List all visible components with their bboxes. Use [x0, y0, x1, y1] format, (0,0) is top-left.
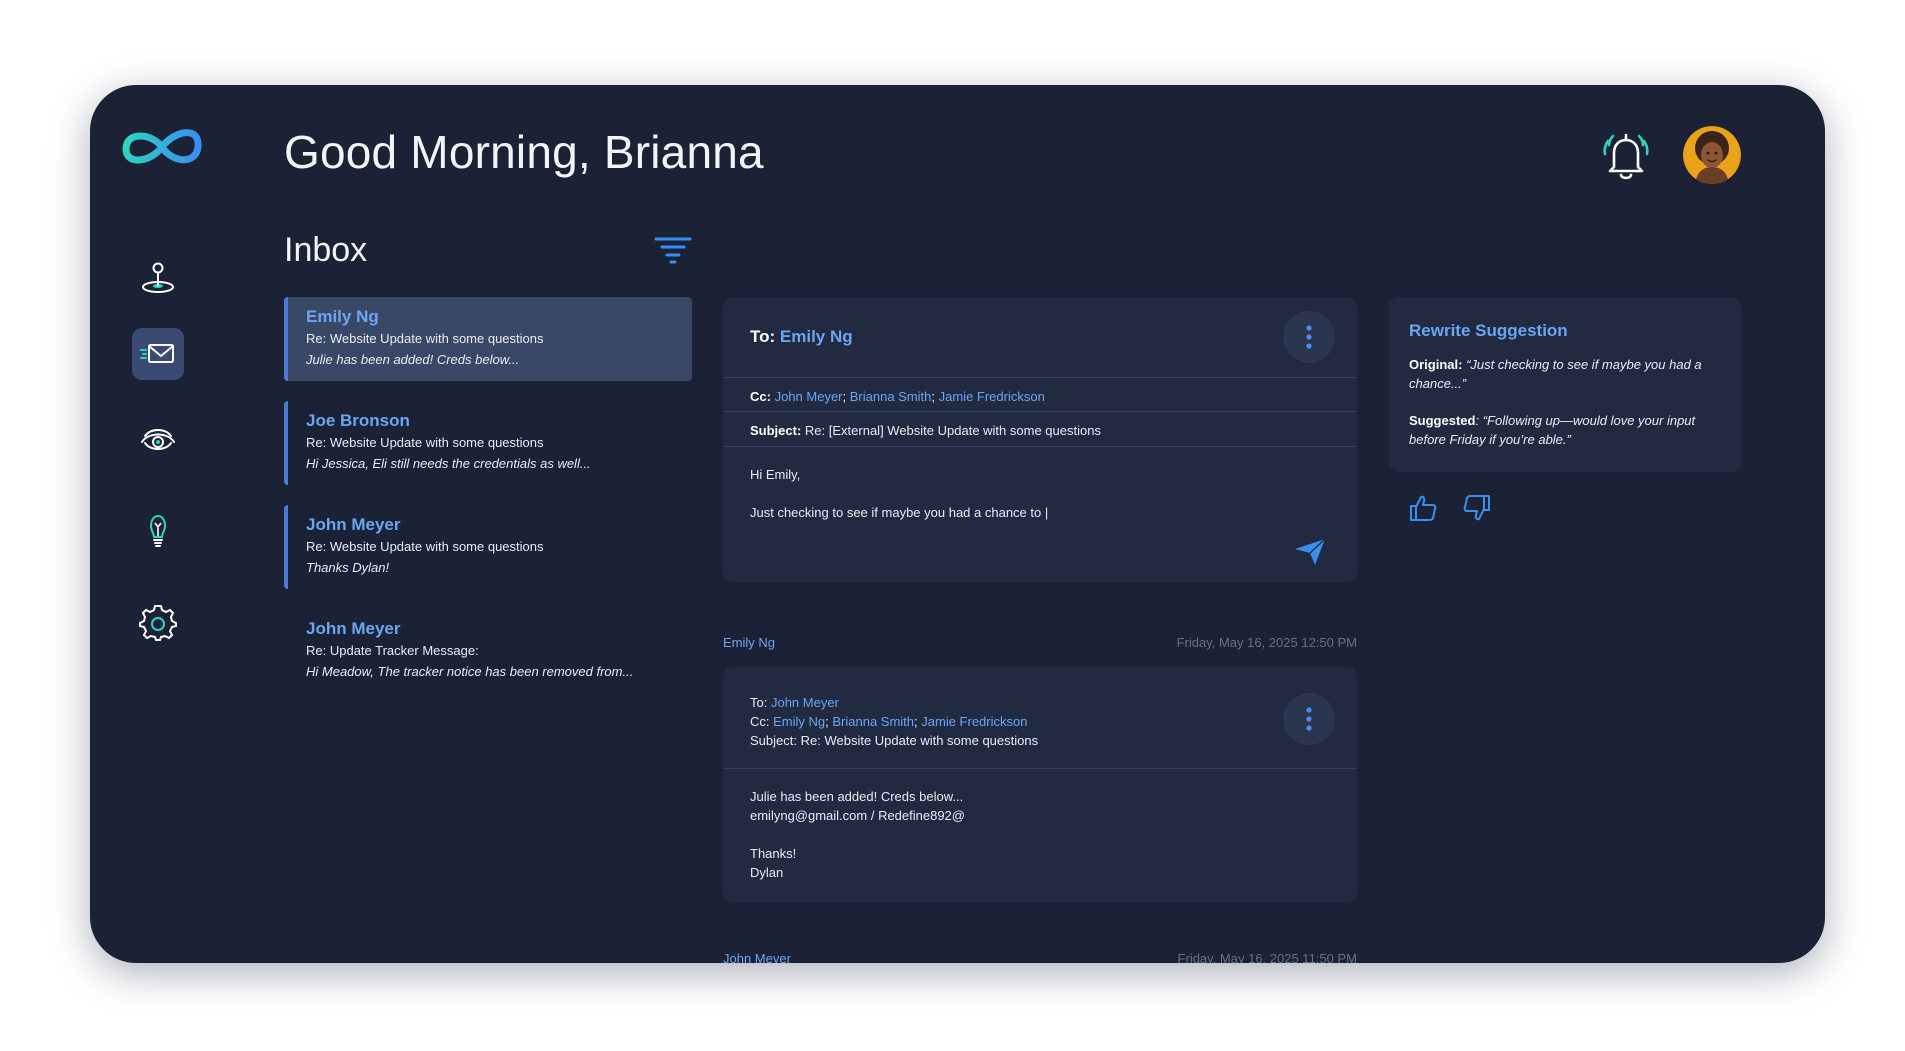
- send-icon[interactable]: [1293, 537, 1327, 567]
- original-label: Original:: [1409, 357, 1463, 372]
- thread-cc-row: Cc: Emily Ng; Brianna Smith; Jamie Fredr…: [750, 714, 1028, 729]
- subject-value: Re: Website Update with some questions: [800, 733, 1039, 748]
- eye-icon: [141, 429, 175, 450]
- mail-sender: John Meyer: [306, 619, 401, 638]
- cc-row: Cc: John Meyer; Brianna Smith; Jamie Fre…: [750, 389, 1045, 404]
- thread-sender[interactable]: John Meyer: [723, 951, 791, 963]
- bell-icon[interactable]: [1600, 127, 1652, 183]
- thread-timestamp: Friday, May 16, 2025 12:50 PM: [1176, 635, 1357, 650]
- list-item[interactable]: Emily Ng Re: Website Update with some qu…: [284, 297, 692, 381]
- joystick-icon: [142, 262, 174, 293]
- more-options-button[interactable]: [1283, 311, 1335, 363]
- kebab-icon: [1306, 707, 1312, 731]
- sidebar-item-settings[interactable]: [132, 597, 184, 649]
- inbox-title: Inbox: [284, 231, 368, 269]
- cc-recipient[interactable]: Emily Ng: [773, 714, 825, 729]
- mail-subject: Re: Website Update with some questions: [306, 331, 544, 346]
- mail-icon: [140, 344, 174, 363]
- divider: [723, 446, 1357, 447]
- thread-to-row: To: John Meyer: [750, 693, 839, 712]
- suggestion-suggested[interactable]: Suggested: “Following up—would love your…: [1409, 411, 1721, 449]
- thread-sender[interactable]: Emily Ng: [723, 635, 775, 650]
- mail-sender: Emily Ng: [306, 307, 379, 326]
- to-label: To:: [750, 327, 776, 346]
- filter-icon[interactable]: [654, 235, 692, 265]
- compose-greeting[interactable]: Hi Emily,: [750, 465, 800, 484]
- cc-label: Cc:: [750, 389, 771, 404]
- page-title: Good Morning, Brianna: [284, 126, 764, 178]
- lightbulb-icon: [149, 514, 167, 547]
- compose-to: To: Emily Ng: [750, 327, 853, 347]
- thumbs-down-icon[interactable]: [1462, 493, 1492, 523]
- list-item[interactable]: Joe Bronson Re: Website Update with some…: [284, 401, 692, 485]
- mail-preview: Julie has been added! Creds below...: [306, 352, 520, 367]
- mail-preview: Thanks Dylan!: [306, 560, 390, 575]
- rewrite-suggestion-card: Rewrite Suggestion Original: “Just check…: [1389, 297, 1741, 472]
- subject-label: Subject:: [750, 423, 802, 438]
- thread-timestamp: Friday, May 16, 2025 11:50 PM: [1177, 951, 1357, 963]
- sidebar-item-controller[interactable]: [132, 251, 184, 303]
- list-item[interactable]: John Meyer Re: Update Tracker Message: H…: [284, 609, 692, 693]
- sidebar-item-ideas[interactable]: [132, 505, 184, 557]
- divider: [723, 768, 1357, 769]
- mail-subject: Re: Website Update with some questions: [306, 435, 544, 450]
- suggestion-original: Original: “Just checking to see if maybe…: [1409, 355, 1721, 393]
- thread-body-line: Dylan: [750, 865, 784, 880]
- cc-label: Cc:: [750, 714, 770, 729]
- subject-value: Re: [External] Website Update with some …: [804, 423, 1101, 438]
- cc-recipient[interactable]: Jamie Fredrickson: [921, 714, 1027, 729]
- cc-recipient[interactable]: John Meyer: [775, 389, 843, 404]
- thread-message-card: To: John Meyer Cc: Emily Ng; Brianna Smi…: [723, 667, 1357, 903]
- infinity-logo[interactable]: [120, 121, 204, 173]
- mail-subject: Re: Update Tracker Message:: [306, 643, 479, 658]
- sidebar-item-eye[interactable]: [132, 414, 184, 466]
- gear-icon: [139, 605, 177, 641]
- mail-subject: Re: Website Update with some questions: [306, 539, 544, 554]
- to-recipient[interactable]: John Meyer: [771, 695, 839, 710]
- compose-card: To: Emily Ng Cc: John Meyer; Brianna Smi…: [723, 297, 1357, 582]
- mail-preview: Hi Meadow, The tracker notice has been r…: [306, 664, 634, 679]
- mail-preview: Hi Jessica, Eli still needs the credenti…: [306, 456, 591, 471]
- sidebar-item-mail[interactable]: [132, 328, 184, 380]
- cc-recipient[interactable]: Brianna Smith: [850, 389, 932, 404]
- cc-recipient[interactable]: Brianna Smith: [832, 714, 914, 729]
- inbox-list: Emily Ng Re: Website Update with some qu…: [284, 297, 692, 713]
- thread-body-line: emilyng@gmail.com / Redefine892@: [750, 808, 965, 823]
- mail-sender: John Meyer: [306, 515, 401, 534]
- thread-body-line: Julie has been added! Creds below...: [750, 789, 964, 804]
- app-window: Good Morning, Brianna Inbox Emily Ng Re:…: [90, 85, 1825, 963]
- mail-sender: Joe Bronson: [306, 411, 410, 430]
- more-options-button[interactable]: [1283, 693, 1335, 745]
- avatar[interactable]: [1683, 126, 1741, 184]
- divider: [723, 411, 1357, 412]
- list-item[interactable]: John Meyer Re: Website Update with some …: [284, 505, 692, 589]
- to-label: To:: [750, 695, 768, 710]
- suggested-label: Suggested: [1409, 413, 1476, 428]
- cc-recipient[interactable]: Jamie Fredrickson: [939, 389, 1045, 404]
- divider: [723, 377, 1357, 378]
- thread-body-line: Thanks!: [750, 846, 797, 861]
- thread-subject-row: Subject: Re: Website Update with some qu…: [750, 731, 1038, 750]
- subject-row[interactable]: Subject: Re: [External] Website Update w…: [750, 423, 1101, 438]
- thumbs-up-icon[interactable]: [1408, 493, 1438, 523]
- to-recipient[interactable]: Emily Ng: [780, 327, 853, 346]
- subject-label: Subject:: [750, 733, 797, 748]
- kebab-icon: [1306, 325, 1312, 349]
- compose-body-input[interactable]: Just checking to see if maybe you had a …: [750, 503, 1048, 522]
- suggestion-title: Rewrite Suggestion: [1409, 321, 1568, 340]
